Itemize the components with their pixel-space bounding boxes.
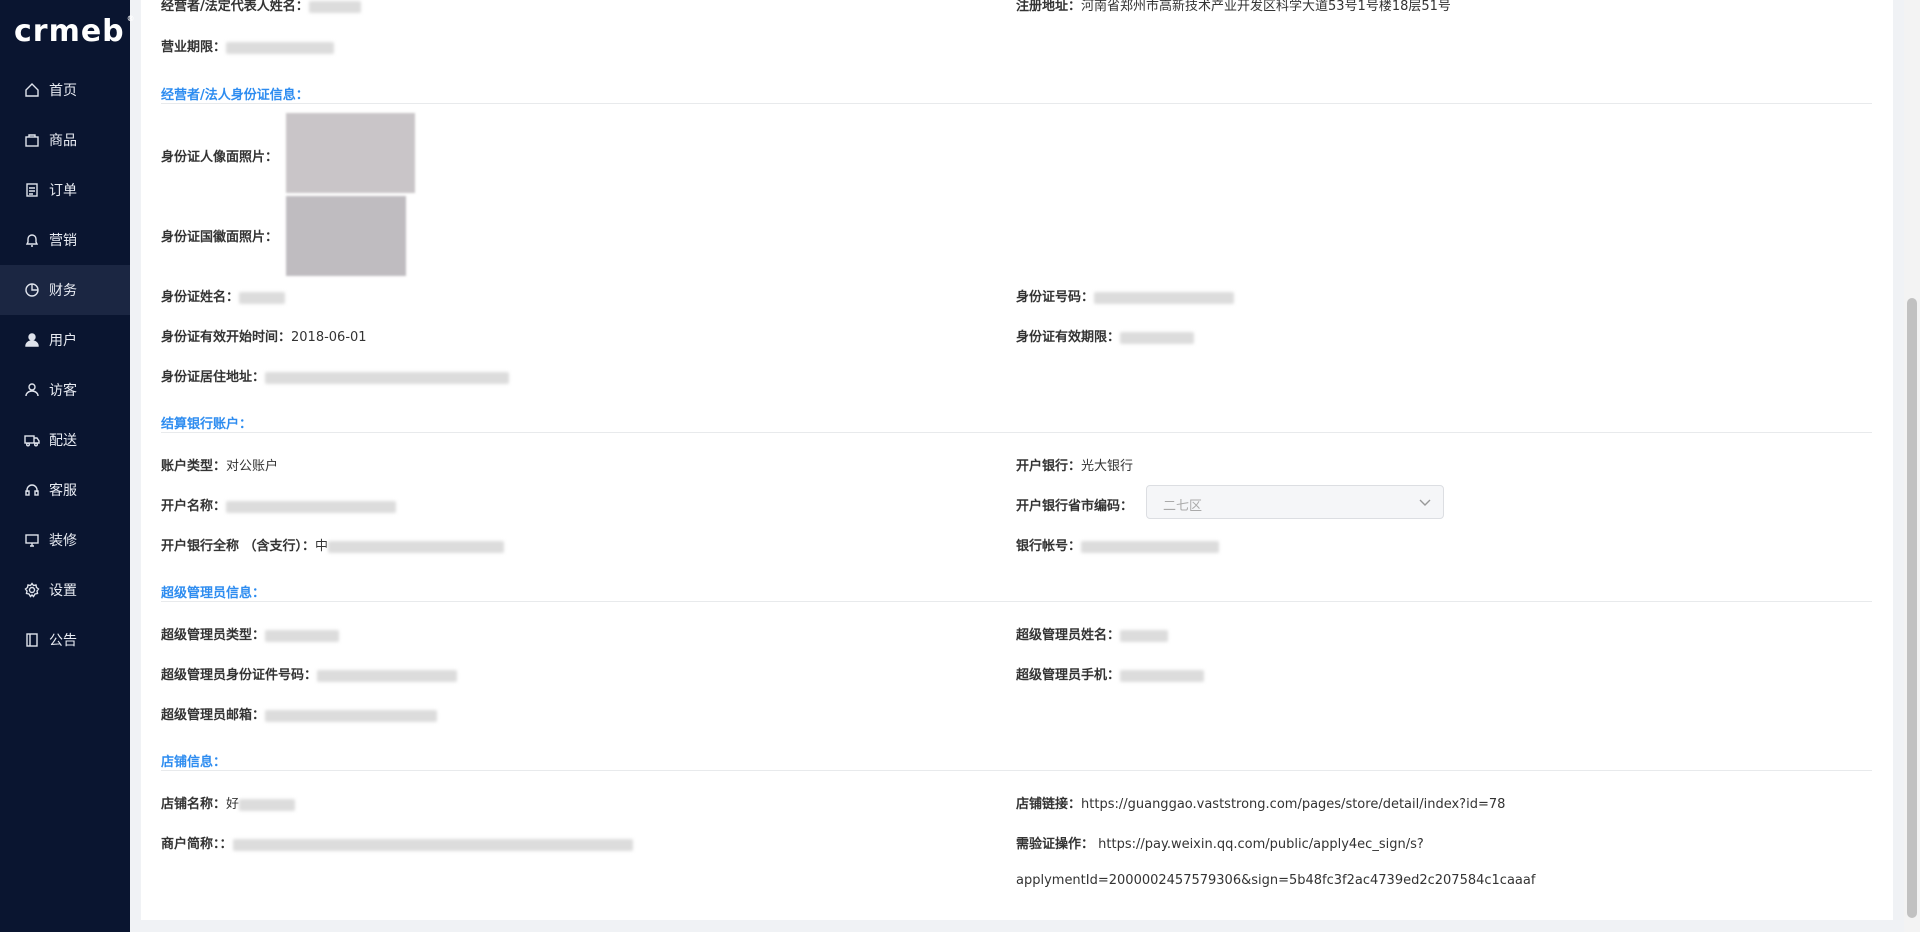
redacted-value	[317, 669, 458, 682]
id-address-row: 身份证居住地址：	[161, 366, 510, 385]
pie-icon	[25, 283, 39, 297]
verify-link-continued[interactable]: applymentId=2000002457579306&sign=5b48fc…	[1016, 873, 1535, 888]
home-icon	[25, 83, 39, 97]
verify-row: 需验证操作： https://pay.weixin.qq.com/public/…	[1016, 837, 1424, 852]
sidebar-item-finance[interactable]: 财务	[0, 265, 130, 315]
region-select[interactable]: 二七区	[1146, 485, 1444, 519]
verify-link[interactable]: https://pay.weixin.qq.com/public/apply4e…	[1098, 837, 1424, 852]
redacted-value	[232, 838, 633, 851]
book-icon	[26, 633, 38, 647]
sidebar-item-marketing[interactable]: 营销	[0, 215, 130, 265]
redacted-value	[265, 629, 340, 642]
store-link[interactable]: https://guanggao.vaststrong.com/pages/st…	[1081, 797, 1505, 812]
sidebar-nav: 首页 商品 订单 营销 财务 用户 访客 配送 客服 装修 设置 公告	[0, 65, 130, 665]
section-title-admin: 超级管理员信息：	[161, 586, 266, 601]
operator-address-row: 注册地址：河南省郑州市高新技术产业开发区科学大道53号1号楼18层51号	[1016, 0, 1451, 14]
sidebar-item-service[interactable]: 客服	[0, 465, 130, 515]
page-scrollbar[interactable]	[1904, 0, 1920, 932]
id-number-row: 身份证号码：	[1016, 286, 1235, 305]
redacted-value	[226, 500, 397, 513]
id-front-row: 身份证人像面照片：	[161, 150, 279, 165]
sidebar-item-goods[interactable]: 商品	[0, 115, 130, 165]
admin-type-row: 超级管理员类型：	[161, 624, 340, 643]
redacted-value	[239, 798, 296, 811]
account-no-row: 银行帐号：	[1016, 535, 1220, 554]
account-type-row: 账户类型：对公账户	[161, 459, 279, 474]
id-name-row: 身份证姓名：	[161, 286, 286, 305]
redacted-value	[265, 371, 510, 384]
id-back-row: 身份证国徽面照片：	[161, 230, 279, 245]
sidebar-item-home[interactable]: 首页	[0, 65, 130, 115]
brand-logo[interactable]: crmeb ®	[14, 14, 136, 49]
sidebar-item-orders[interactable]: 订单	[0, 165, 130, 215]
store-name-row: 店铺名称：好	[161, 793, 296, 812]
redacted-value	[328, 540, 505, 553]
bell-icon	[25, 234, 39, 247]
id-start-row: 身份证有效开始时间：2018-06-01	[161, 330, 367, 345]
redacted-value	[1120, 331, 1195, 344]
redacted-value	[1081, 540, 1220, 553]
gear-icon	[24, 582, 40, 598]
id-valid-row: 身份证有效期限：	[1016, 326, 1195, 345]
monitor-icon	[25, 534, 39, 547]
branch-row: 开户银行全称 （含支行）：中	[161, 535, 505, 554]
divider	[161, 432, 1872, 433]
truck-icon	[24, 435, 40, 447]
scrollbar-thumb[interactable]	[1907, 298, 1917, 918]
operator-name-row: 经营者/法定代表人姓名：	[161, 0, 361, 14]
sidebar: crmeb ® 首页 商品 订单 营销 财务 用户 访客 配送 客服 装修 设置…	[0, 0, 135, 932]
admin-phone-row: 超级管理员手机：	[1016, 664, 1205, 683]
divider	[161, 770, 1872, 771]
user-outline-icon	[25, 383, 39, 397]
sidebar-item-visitors[interactable]: 访客	[0, 365, 130, 415]
divider	[161, 103, 1872, 104]
redacted-value	[1094, 291, 1235, 304]
section-title-store: 店铺信息：	[161, 755, 227, 770]
divider	[161, 601, 1872, 602]
id-front-image[interactable]	[286, 113, 415, 193]
operator-term-row: 营业期限：	[161, 36, 335, 55]
admin-id-row: 超级管理员身份证件号码：	[161, 664, 458, 683]
admin-name-row: 超级管理员姓名：	[1016, 624, 1169, 643]
sidebar-item-delivery[interactable]: 配送	[0, 415, 130, 465]
sidebar-item-users[interactable]: 用户	[0, 315, 130, 365]
bank-row: 开户银行：光大银行	[1016, 459, 1134, 474]
section-title-bank: 结算银行账户：	[161, 417, 253, 432]
chevron-down-icon	[1419, 499, 1431, 506]
redacted-value	[265, 709, 438, 722]
redacted-value	[308, 0, 361, 13]
redacted-value	[1120, 629, 1169, 642]
sidebar-item-decoration[interactable]: 装修	[0, 515, 130, 565]
sidebar-item-notice[interactable]: 公告	[0, 615, 130, 665]
bag-icon	[25, 134, 39, 147]
redacted-value	[1120, 669, 1205, 682]
admin-email-row: 超级管理员邮箱：	[161, 704, 438, 723]
id-back-image[interactable]	[286, 196, 406, 276]
headset-icon	[25, 484, 39, 496]
store-short-row: 商户简称：：	[161, 833, 633, 852]
verify-row-continued: applymentId=2000002457579306&sign=5b48fc…	[1016, 873, 1535, 888]
account-name-row: 开户名称：	[161, 495, 397, 514]
region-row: 开户银行省市编码：	[1016, 499, 1134, 514]
redacted-value	[226, 41, 335, 54]
sidebar-item-settings[interactable]: 设置	[0, 565, 130, 615]
redacted-value	[239, 291, 286, 304]
store-link-row: 店铺链接：https://guanggao.vaststrong.com/pag…	[1016, 797, 1506, 812]
list-icon	[26, 183, 38, 197]
section-title-id: 经营者/法人身份证信息：	[161, 88, 309, 103]
user-filled-icon	[25, 333, 39, 347]
